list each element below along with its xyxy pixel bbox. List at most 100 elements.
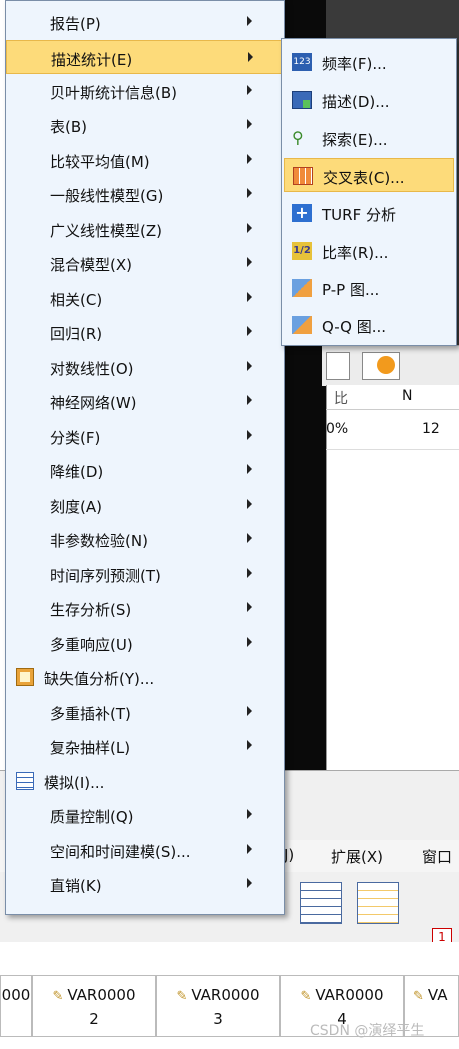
menu-item-label: 非参数检验(N) xyxy=(50,532,148,550)
menu-item-multiple-response[interactable]: 多重响应(U) xyxy=(6,626,284,660)
menu-item-tables[interactable]: 表(B) xyxy=(6,108,284,142)
column-header[interactable]: ✎ VAR0000 3 xyxy=(156,975,280,1037)
submenu-arrow-icon xyxy=(247,223,252,233)
submenu-item-label: 比率(R)... xyxy=(322,244,389,262)
turf-icon: + xyxy=(292,204,312,222)
submenu-item-ratio[interactable]: 1/2 比率(R)... xyxy=(284,234,454,268)
submenu-item-label: 频率(F)... xyxy=(322,55,387,73)
menu-item-label: 对数线性(O) xyxy=(50,360,134,378)
submenu-item-explore[interactable]: ⚲ 探索(E)... xyxy=(284,121,454,155)
table-icon[interactable] xyxy=(300,882,342,924)
output-header-left: 比 xyxy=(334,391,348,407)
menu-item-nonparametric-tests[interactable]: 非参数检验(N) xyxy=(6,522,284,556)
output-table-header: 比 N xyxy=(326,385,459,410)
menu-item-label: 比较平均值(M) xyxy=(50,153,150,171)
submenu-item-pp-plot[interactable]: P-P 图... xyxy=(284,271,454,305)
simulation-icon xyxy=(16,772,34,790)
submenu-item-crosstabs[interactable]: 交叉表(C)... xyxy=(284,158,454,192)
submenu-arrow-icon xyxy=(247,119,252,129)
menu-item-dimension-reduction[interactable]: 降维(D) xyxy=(6,453,284,487)
menu-item-classify[interactable]: 分类(F) xyxy=(6,419,284,453)
run-icon[interactable] xyxy=(362,352,400,380)
submenu-item-label: Q-Q 图... xyxy=(322,318,387,336)
menu-item-quality-control[interactable]: 质量控制(Q) xyxy=(6,798,284,832)
menu-item-label: 分类(F) xyxy=(50,429,101,447)
submenu-arrow-icon xyxy=(247,188,252,198)
submenu-item-label: 探索(E)... xyxy=(322,131,388,149)
output-cell-count: 12 xyxy=(422,421,440,437)
menu-item-multiple-imputation[interactable]: 多重插补(T) xyxy=(6,695,284,729)
submenu-item-turf[interactable]: + TURF 分析 xyxy=(284,196,454,230)
submenu-arrow-icon xyxy=(247,844,252,854)
submenu-arrow-icon xyxy=(247,464,252,474)
column-header-index: 3 xyxy=(213,1010,223,1028)
submenu-arrow-icon xyxy=(247,257,252,267)
chart-icon[interactable] xyxy=(326,352,350,380)
menu-item-label: 报告(P) xyxy=(50,15,101,33)
menu-item-label: 贝叶斯统计信息(B) xyxy=(50,84,177,102)
menu-item-missing-value-analysis[interactable]: 缺失值分析(Y)... xyxy=(6,660,284,694)
menu-item-regression[interactable]: 回归(R) xyxy=(6,315,284,349)
submenu-arrow-icon xyxy=(247,395,252,405)
submenu-item-label: 描述(D)... xyxy=(322,93,390,111)
missing-values-icon xyxy=(16,668,34,686)
menu-item-mixed-models[interactable]: 混合模型(X) xyxy=(6,246,284,280)
grid-icon[interactable] xyxy=(357,882,399,924)
column-header[interactable]: 000 xyxy=(0,975,32,1037)
menu-item-correlate[interactable]: 相关(C) xyxy=(6,281,284,315)
submenu-arrow-icon xyxy=(247,740,252,750)
pp-plot-icon xyxy=(292,279,312,297)
descriptive-statistics-submenu: 123 频率(F)... 描述(D)... ⚲ 探索(E)... 交叉表(C).… xyxy=(281,38,457,346)
menu-item-neural-networks[interactable]: 神经网络(W) xyxy=(6,384,284,418)
menu-item-label: 时间序列预测(T) xyxy=(50,567,161,585)
menu-item-survival[interactable]: 生存分析(S) xyxy=(6,591,284,625)
menu-item-label: 广义线性模型(Z) xyxy=(50,222,162,240)
menu-item-loglinear[interactable]: 对数线性(O) xyxy=(6,350,284,384)
menu-item-label: 模拟(I)... xyxy=(44,774,105,792)
menu-item-label: 回归(R) xyxy=(50,325,103,343)
menu-item-forecasting[interactable]: 时间序列预测(T) xyxy=(6,557,284,591)
menu-item-direct-marketing[interactable]: 直销(K) xyxy=(6,867,284,901)
output-cell-percent: 0% xyxy=(326,421,349,437)
submenu-item-descriptives[interactable]: 描述(D)... xyxy=(284,83,454,117)
frequencies-icon: 123 xyxy=(292,53,312,71)
submenu-arrow-icon xyxy=(247,637,252,647)
submenu-arrow-icon xyxy=(247,430,252,440)
output-toolbar xyxy=(322,345,459,386)
column-header-name: VAR0000 xyxy=(315,986,384,1004)
output-header-n: N xyxy=(402,388,413,404)
menu-item-label: 一般线性模型(G) xyxy=(50,187,164,205)
submenu-item-label: TURF 分析 xyxy=(322,206,396,224)
submenu-arrow-icon xyxy=(247,878,252,888)
ruler-icon: ✎ xyxy=(413,989,424,1004)
menu-item-simulation[interactable]: 模拟(I)... xyxy=(6,764,284,798)
ratio-icon: 1/2 xyxy=(292,242,312,260)
submenu-item-frequencies[interactable]: 123 频率(F)... xyxy=(284,45,454,79)
menu-item-general-linear-model[interactable]: 一般线性模型(G) xyxy=(6,177,284,211)
menu-item-reports[interactable]: 报告(P) xyxy=(6,5,284,39)
menu-fragment[interactable]: J) xyxy=(284,846,294,864)
menu-item-bayesian[interactable]: 贝叶斯统计信息(B) xyxy=(6,74,284,108)
qq-plot-icon xyxy=(292,316,312,334)
menu-item-label: 空间和时间建模(S)... xyxy=(50,843,191,861)
submenu-arrow-icon xyxy=(248,52,253,62)
menu-item-complex-samples[interactable]: 复杂抽样(L) xyxy=(6,729,284,763)
column-header-name: VA xyxy=(427,986,448,1004)
submenu-arrow-icon xyxy=(247,499,252,509)
menu-item-label: 缺失值分析(Y)... xyxy=(44,670,155,688)
submenu-item-qq-plot[interactable]: Q-Q 图... xyxy=(284,308,454,342)
menu-item-label: 降维(D) xyxy=(50,463,104,481)
menu-item-label: 直销(K) xyxy=(50,877,102,895)
menu-item-compare-means[interactable]: 比较平均值(M) xyxy=(6,143,284,177)
submenu-arrow-icon xyxy=(247,602,252,612)
menu-item-descriptive-statistics[interactable]: 描述统计(E) xyxy=(6,40,284,74)
menu-extensions[interactable]: 扩展(X) xyxy=(331,846,383,867)
menu-item-spatial-temporal[interactable]: 空间和时间建模(S)... xyxy=(6,833,284,867)
column-header-index: 2 xyxy=(89,1010,99,1028)
menu-window[interactable]: 窗口 xyxy=(422,846,452,867)
menu-item-label: 相关(C) xyxy=(50,291,103,309)
menu-item-label: 描述统计(E) xyxy=(51,51,133,69)
column-header[interactable]: ✎ VAR0000 2 xyxy=(32,975,156,1037)
menu-item-scale[interactable]: 刻度(A) xyxy=(6,488,284,522)
menu-item-generalized-linear-model[interactable]: 广义线性模型(Z) xyxy=(6,212,284,246)
